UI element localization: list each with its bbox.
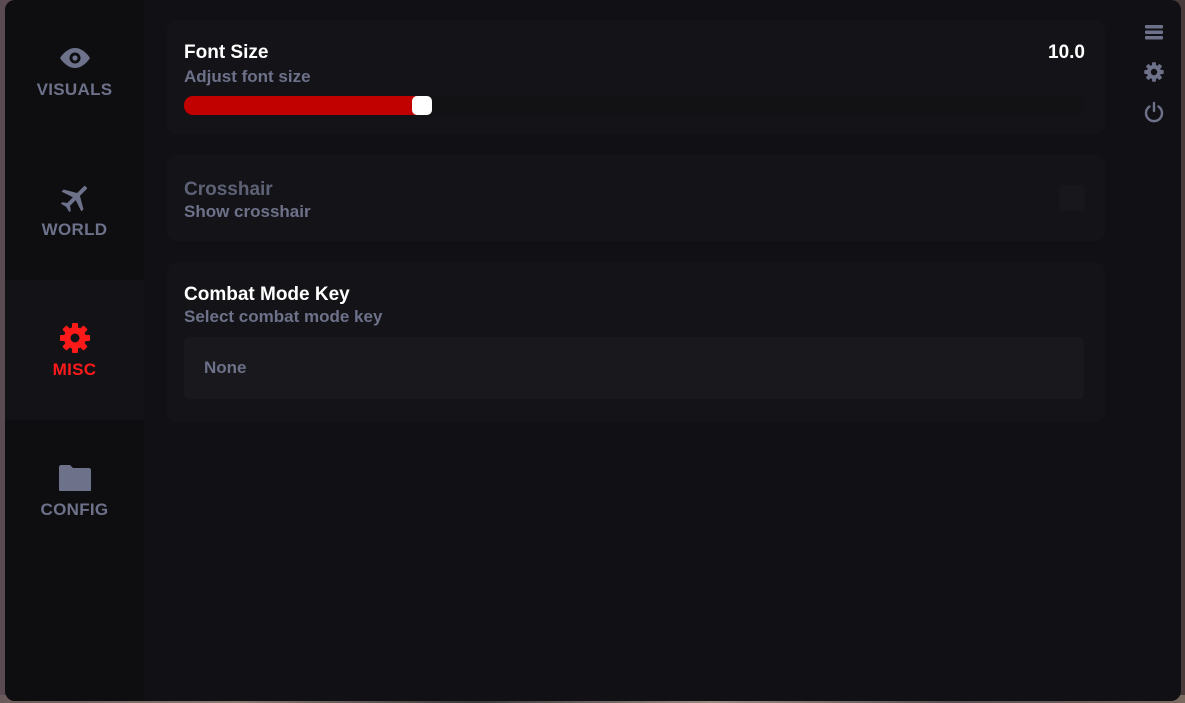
sidebar-item-label: VISUALS: [36, 80, 113, 99]
plane-icon: [57, 180, 93, 216]
menu-icon[interactable]: [1139, 18, 1169, 46]
settings-window: VISUALS WORLD MISC CONFIG Font Size Adju…: [5, 0, 1181, 701]
setting-subtitle: Select combat mode key: [184, 307, 383, 326]
font-size-slider[interactable]: [184, 96, 1084, 115]
sidebar-item-visuals[interactable]: VISUALS: [5, 0, 144, 140]
sidebar: VISUALS WORLD MISC CONFIG: [5, 0, 144, 701]
sidebar-item-label: MISC: [52, 360, 97, 379]
eye-icon: [57, 40, 93, 76]
folder-icon: [57, 460, 93, 496]
sidebar-item-label: WORLD: [41, 220, 108, 239]
sidebar-item-misc[interactable]: MISC: [5, 280, 144, 420]
window-controls: [1139, 18, 1169, 138]
combat-mode-key-button[interactable]: None: [184, 337, 1084, 399]
power-icon[interactable]: [1139, 98, 1169, 126]
crosshair-setting: Crosshair Show crosshair: [167, 155, 1105, 241]
gear-icon[interactable]: [1139, 58, 1169, 86]
crosshair-checkbox[interactable]: [1059, 185, 1085, 211]
setting-subtitle: Show crosshair: [184, 202, 311, 221]
combat-mode-key-setting: Combat Mode Key Select combat mode key N…: [167, 262, 1105, 422]
sidebar-item-label: CONFIG: [40, 500, 109, 519]
gear-icon: [57, 320, 93, 356]
setting-subtitle: Adjust font size: [184, 67, 311, 86]
setting-title: Font Size: [184, 42, 269, 63]
slider-value: 10.0: [1048, 42, 1085, 63]
setting-title: Crosshair: [184, 179, 273, 200]
sidebar-item-config[interactable]: CONFIG: [5, 420, 144, 560]
sidebar-item-world[interactable]: WORLD: [5, 140, 144, 280]
setting-title: Combat Mode Key: [184, 284, 350, 305]
slider-thumb[interactable]: [412, 96, 432, 115]
keybind-value: None: [204, 358, 247, 377]
font-size-setting: Font Size Adjust font size 10.0: [167, 20, 1105, 134]
slider-fill: [184, 96, 428, 115]
